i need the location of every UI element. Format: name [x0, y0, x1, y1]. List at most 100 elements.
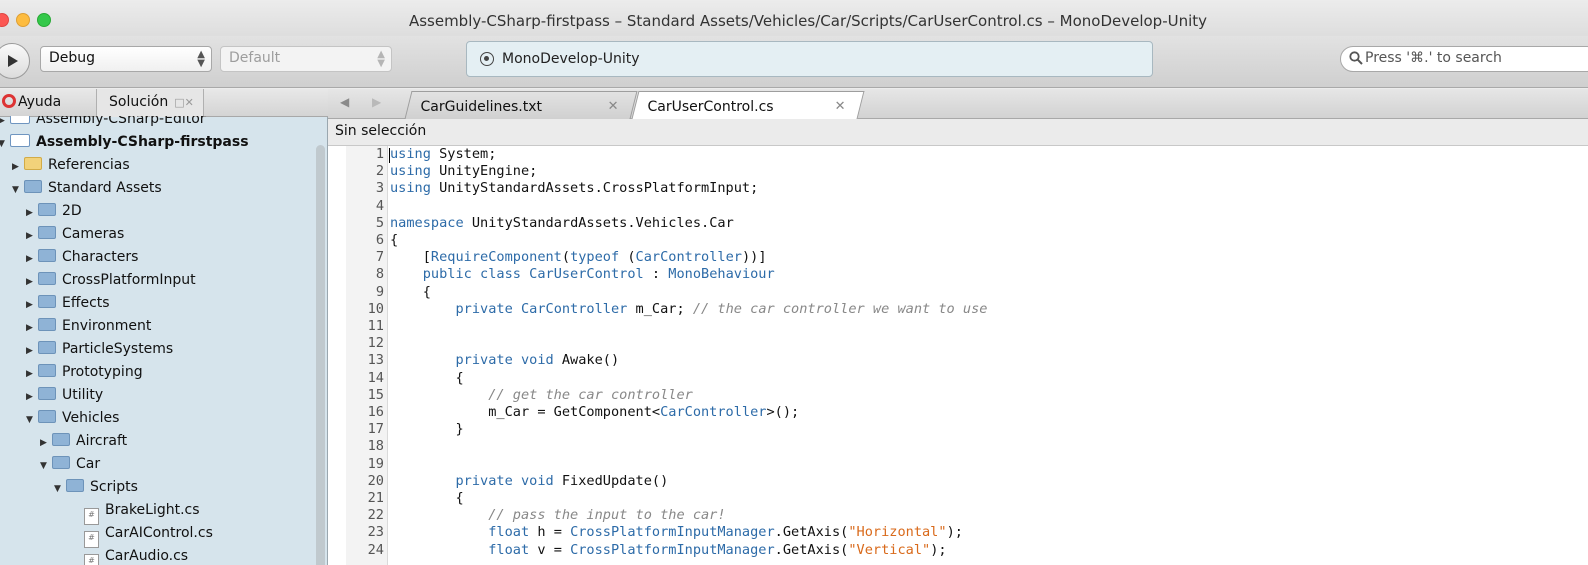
collapsed-arrow-icon[interactable]: ▶: [0, 116, 10, 132]
code-line[interactable]: 6{: [328, 232, 1588, 249]
line-number: 21: [367, 490, 384, 506]
tree-node[interactable]: ▶ Utility: [26, 384, 103, 407]
code-line[interactable]: 11: [328, 318, 1588, 335]
code-line[interactable]: 19: [328, 456, 1588, 473]
folder-icon: [38, 295, 56, 308]
tree-node[interactable]: ▼ Scripts: [54, 476, 138, 499]
search-input[interactable]: [1365, 50, 1588, 66]
expanded-arrow-icon[interactable]: ▼: [12, 179, 24, 201]
line-number: 4: [375, 197, 384, 214]
code-line[interactable]: 23 float h = CrossPlatformInputManager.G…: [328, 524, 1588, 541]
code-text: namespace UnityStandardAssets.Vehicles.C…: [390, 215, 734, 232]
references-folder-icon: [24, 157, 42, 170]
tree-scrollbar[interactable]: [314, 117, 327, 565]
editor-tab-carguidelines[interactable]: CarGuidelines.txt ✕: [404, 91, 638, 119]
folder-icon: [38, 272, 56, 285]
collapsed-arrow-icon[interactable]: ▶: [26, 294, 38, 316]
editor-tab-carusercontrol[interactable]: CarUserControl.cs ✕: [631, 91, 865, 119]
run-button[interactable]: [0, 43, 30, 79]
tree-node[interactable]: # CarAudio.cs: [68, 545, 188, 565]
close-tab-icon[interactable]: ✕: [835, 99, 846, 114]
collapsed-arrow-icon[interactable]: ▶: [40, 432, 52, 454]
code-line[interactable]: 17 }: [328, 421, 1588, 438]
tree-node[interactable]: ▶ ParticleSystems: [26, 338, 173, 361]
tree-node[interactable]: ▶ Referencias: [12, 154, 130, 177]
collapsed-arrow-icon[interactable]: ▶: [26, 271, 38, 293]
tree-node[interactable]: ▼ Car: [40, 453, 100, 476]
tree-node[interactable]: ▶ Effects: [26, 292, 110, 315]
platform-selector[interactable]: Default ▲ ▼: [220, 46, 392, 72]
code-line[interactable]: 3 using UnityStandardAssets.CrossPlatform…: [328, 180, 1588, 197]
code-token: h =: [529, 524, 571, 541]
tree-node[interactable]: ▶ 2D: [26, 200, 82, 223]
close-tab-icon[interactable]: ✕: [608, 99, 619, 114]
expanded-arrow-icon[interactable]: ▼: [26, 409, 38, 431]
nav-back-icon[interactable]: ◀: [340, 95, 349, 109]
tree-node[interactable]: # BrakeLight.cs: [68, 499, 200, 525]
code-token: public class: [390, 266, 521, 283]
tree-node[interactable]: ▼ Standard Assets: [12, 177, 162, 200]
collapsed-arrow-icon[interactable]: ▶: [26, 317, 38, 339]
code-line[interactable]: 13 private void Awake(): [328, 352, 1588, 369]
tree-node-label: Aircraft: [76, 433, 128, 449]
code-line[interactable]: 7 [RequireComponent(typeof (CarControlle…: [328, 249, 1588, 266]
code-line[interactable]: 21 {: [328, 490, 1588, 507]
collapsed-arrow-icon[interactable]: ▶: [26, 363, 38, 385]
code-editor[interactable]: 1 using System; 2 using UnityEngine; 3 using …: [328, 146, 1588, 565]
code-line[interactable]: 5 namespace UnityStandardAssets.Vehicles.…: [328, 215, 1588, 232]
tree-node[interactable]: # CarAIControl.cs: [68, 522, 213, 548]
tree-node[interactable]: ▶ Assembly-CSharp-Editor: [0, 116, 206, 131]
tree-node[interactable]: ▶ Aircraft: [40, 430, 127, 453]
code-line[interactable]: 20 private void FixedUpdate(): [328, 473, 1588, 490]
code-line[interactable]: 16 m_Car = GetComponent<CarController>()…: [328, 404, 1588, 421]
code-line[interactable]: 14 {: [328, 370, 1588, 387]
code-token: m_Car;: [627, 300, 693, 317]
code-line[interactable]: 10 private CarController m_Car; // the c…: [328, 301, 1588, 318]
status-icon: [480, 52, 494, 66]
nav-forward-icon[interactable]: ▶: [372, 95, 381, 109]
tree-node-label: BrakeLight.cs: [105, 502, 200, 518]
code-line[interactable]: 12: [328, 335, 1588, 352]
code-line[interactable]: 9 {: [328, 284, 1588, 301]
collapsed-arrow-icon[interactable]: ▶: [12, 156, 24, 178]
code-line[interactable]: 1 using System;: [328, 146, 1588, 163]
code-token: v =: [529, 541, 571, 558]
expanded-arrow-icon[interactable]: ▼: [40, 455, 52, 477]
collapsed-arrow-icon[interactable]: ▶: [26, 202, 38, 224]
collapsed-arrow-icon[interactable]: ▶: [26, 248, 38, 270]
tree-node[interactable]: ▼ Vehicles: [26, 407, 119, 430]
line-number: 6: [375, 232, 384, 248]
code-token: >();: [766, 404, 800, 420]
code-line[interactable]: 8 public class CarUserControl : MonoBeha…: [328, 266, 1588, 283]
search-box[interactable]: [1340, 46, 1588, 72]
code-token: }: [390, 421, 464, 438]
collapsed-arrow-icon[interactable]: ▶: [26, 340, 38, 362]
code-line[interactable]: 15 // get the car controller: [328, 387, 1588, 404]
collapsed-arrow-icon[interactable]: ▶: [26, 225, 38, 247]
collapsed-arrow-icon[interactable]: ▶: [26, 386, 38, 408]
code-line[interactable]: 22 // pass the input to the car!: [328, 507, 1588, 524]
code-token: MonoBehaviour: [668, 266, 775, 283]
code-line[interactable]: 24 float v = CrossPlatformInputManager.G…: [328, 542, 1588, 559]
pad-close-icon[interactable]: □✕: [174, 96, 194, 109]
tree-node[interactable]: ▶ Prototyping: [26, 361, 143, 384]
code-line[interactable]: 18: [328, 438, 1588, 455]
line-number: 8: [375, 266, 384, 283]
breadcrumb[interactable]: Sin selección: [328, 119, 1588, 146]
code-line[interactable]: 2 using UnityEngine;: [328, 163, 1588, 180]
tree-node[interactable]: ▼ Assembly-CSharp-firstpass: [0, 131, 249, 154]
expanded-arrow-icon[interactable]: ▼: [0, 133, 10, 155]
scrollbar-thumb[interactable]: [316, 145, 325, 565]
tree-node[interactable]: ▶ Characters: [26, 246, 138, 269]
tree-node[interactable]: ▶ Cameras: [26, 223, 124, 246]
tree-node[interactable]: ▶ CrossPlatformInput: [26, 269, 196, 292]
tab-solucion[interactable]: Solución □✕: [96, 89, 204, 117]
expanded-arrow-icon[interactable]: ▼: [54, 478, 66, 500]
code-text: using UnityStandardAssets.CrossPlatformI…: [390, 180, 758, 197]
configuration-selector[interactable]: Debug ▲ ▼: [40, 46, 212, 72]
code-token: "Horizontal": [848, 524, 947, 541]
code-line[interactable]: 4: [328, 198, 1588, 215]
tab-ayuda[interactable]: Ayuda: [0, 89, 96, 117]
tree-node[interactable]: ▶ Environment: [26, 315, 151, 338]
